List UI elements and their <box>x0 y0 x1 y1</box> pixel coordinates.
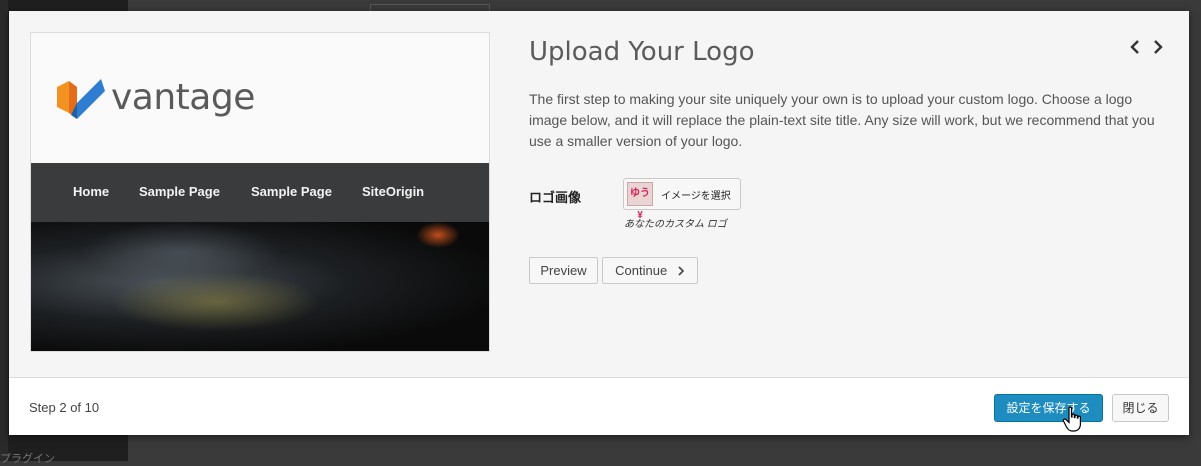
previous-step-icon[interactable] <box>1126 39 1144 59</box>
step-title: Upload Your Logo <box>529 37 755 67</box>
modal-footer: Step 2 of 10 設定を保存する 閉じる <box>9 377 1189 435</box>
preview-button[interactable]: Preview <box>529 257 598 284</box>
logo-caption: あなたのカスタム ロゴ <box>624 219 727 230</box>
next-step-icon[interactable] <box>1149 39 1167 59</box>
preview-header: vantage <box>31 33 489 163</box>
step-counter: Step 2 of 10 <box>29 400 100 415</box>
step-description: The first step to making your site uniqu… <box>529 91 1155 149</box>
save-settings-button[interactable]: 設定を保存する <box>994 394 1103 422</box>
admin-background-box <box>370 4 490 11</box>
preview-nav-sample-page-1: Sample Page <box>139 184 220 199</box>
chevron-right-icon <box>678 266 684 276</box>
logo-image-label: ロゴ画像 <box>529 190 582 205</box>
continue-label: Continue <box>615 263 668 278</box>
preview-nav-siteorigin: SiteOrigin <box>362 184 425 199</box>
admin-sidebar-edge <box>0 0 8 461</box>
theme-preview: vantage Home Sample Page Sample Page Sit… <box>30 32 490 352</box>
preview-hero-image <box>31 222 489 351</box>
preview-nav-home: Home <box>73 184 110 199</box>
preview-nav-bar: Home Sample Page Sample Page SiteOrigin <box>31 163 489 222</box>
vantage-logo-icon <box>57 79 105 119</box>
close-button[interactable]: 閉じる <box>1112 394 1169 422</box>
hand-cursor-icon <box>1062 406 1081 432</box>
select-image-button[interactable]: ゆう¥ イメージを選択 <box>623 178 741 221</box>
admin-sidebar-item-plugins[interactable]: プラグイン <box>0 450 55 466</box>
logo-text: vantage <box>111 77 255 118</box>
select-image-label: イメージを選択 <box>661 191 731 202</box>
setup-wizard-modal: vantage Home Sample Page Sample Page Sit… <box>9 11 1189 435</box>
preview-nav-sample-page-2: Sample Page <box>251 184 332 199</box>
logo-thumbnail: ゆう¥ <box>627 182 653 221</box>
continue-button[interactable]: Continue <box>602 257 698 284</box>
